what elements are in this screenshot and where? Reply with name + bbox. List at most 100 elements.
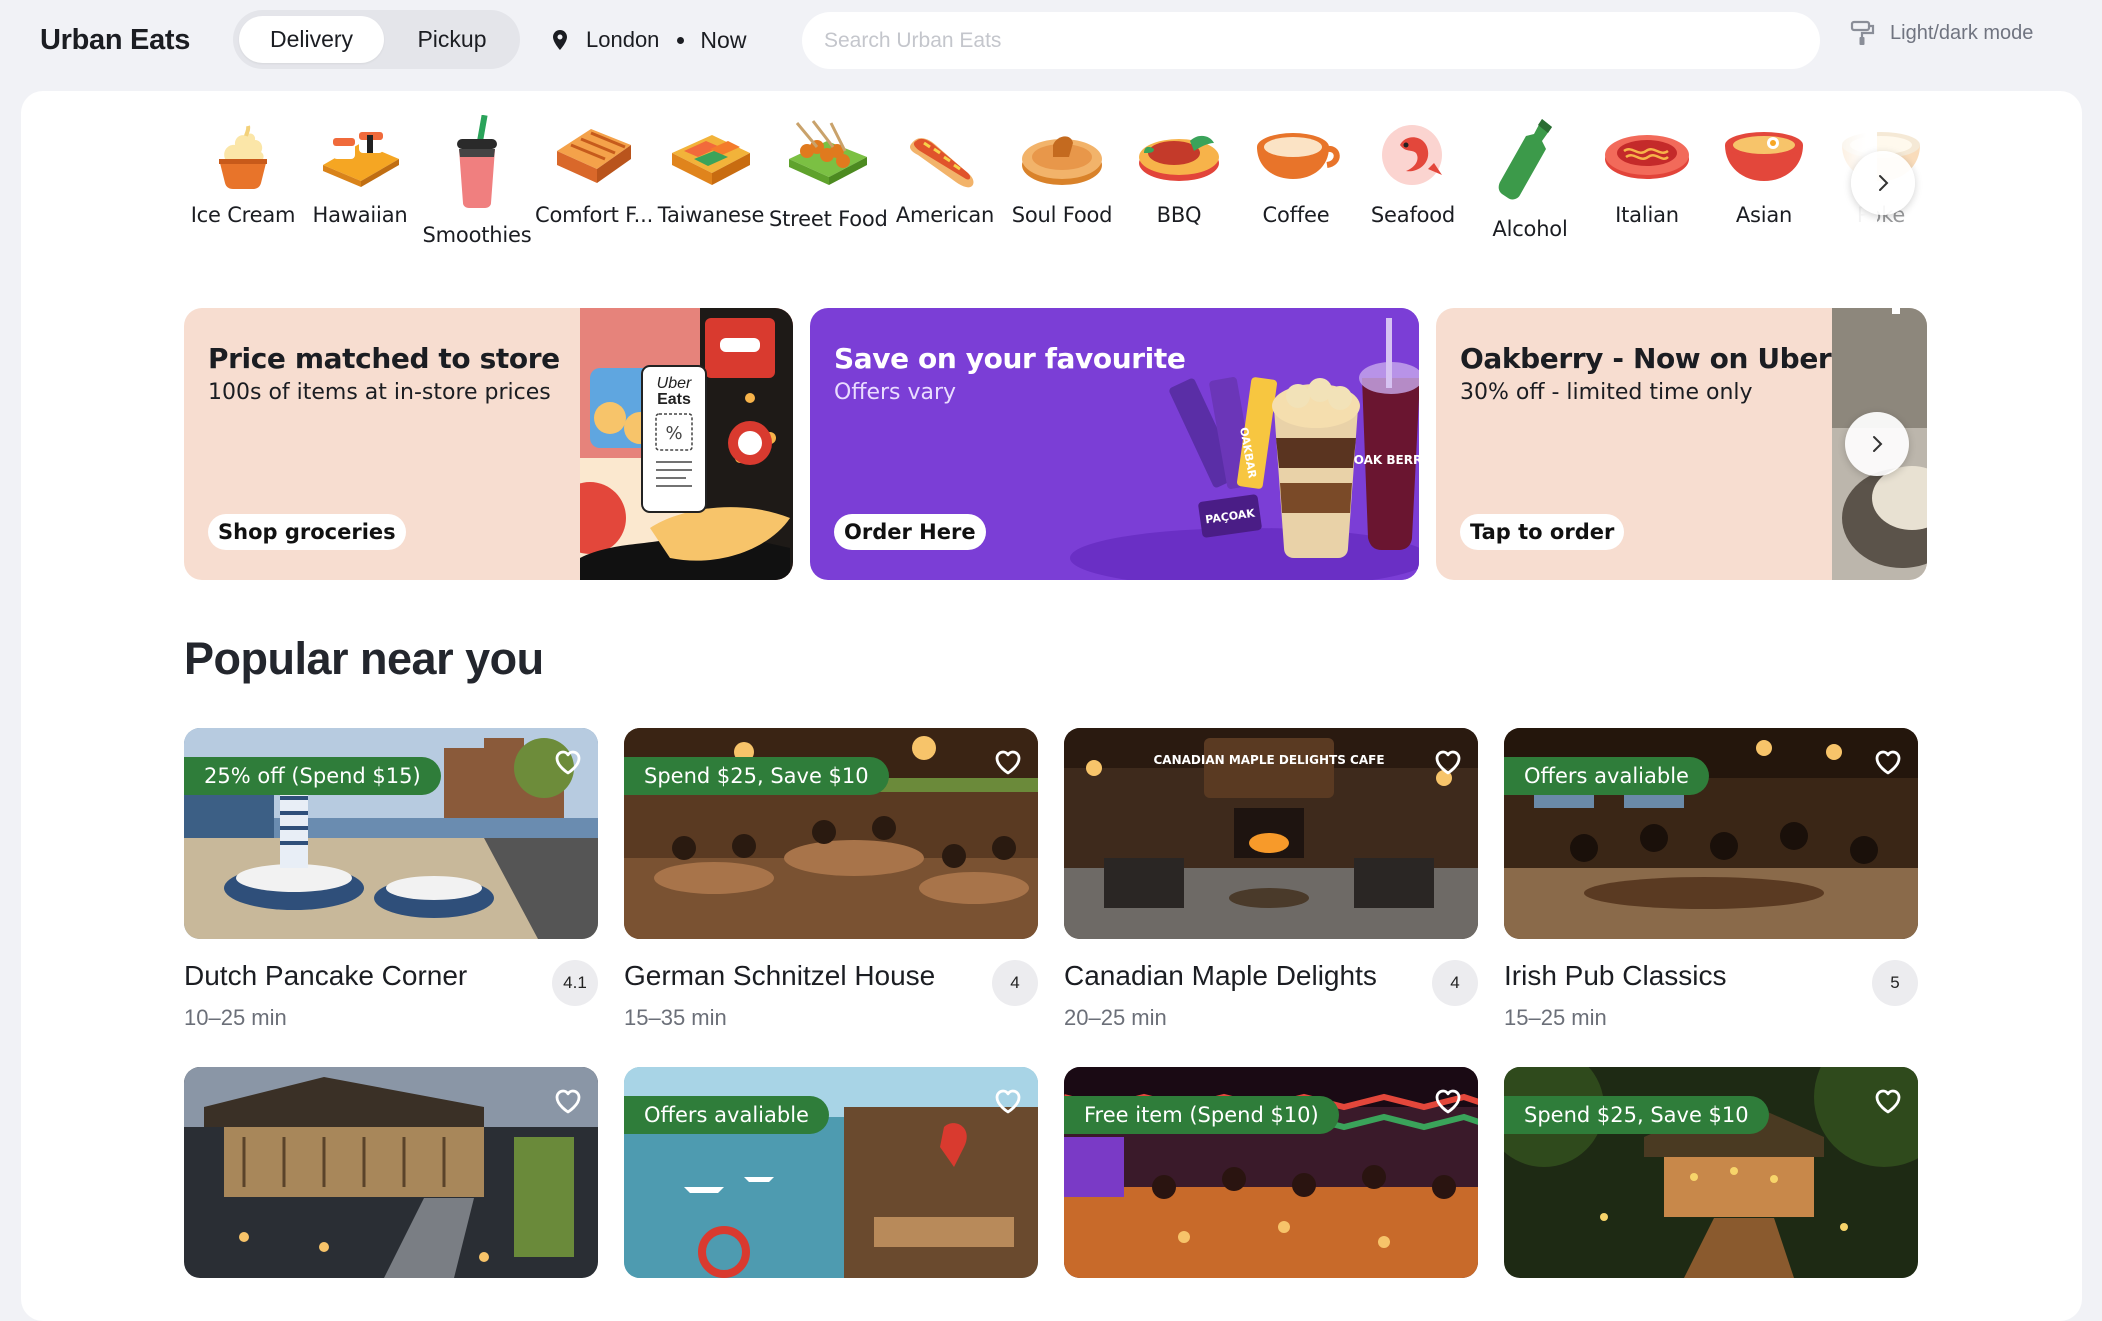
promo-subtitle: 30% off - limited time only [1460,380,1753,405]
category-soul-food[interactable]: Soul Food [1003,91,1121,227]
category-smoothies[interactable]: Smoothies [418,91,536,247]
promo-badge-line1: Uber [657,375,692,392]
location-time-selector[interactable]: London Now [548,18,746,62]
category-bbq[interactable]: BBQ [1120,91,1238,227]
restaurant-image[interactable]: Offers avaliable [624,1067,1038,1278]
oakberry-cup-label: OAK BERRY [1354,453,1419,467]
restaurant-card[interactable]: Spend $25, Save $10 [1504,1067,1918,1278]
restaurant-name[interactable]: German Schnitzel House [624,960,935,992]
category-label: Street Food [769,207,888,231]
restaurant-image[interactable]: Spend $25, Save $10 [624,728,1038,939]
promo-cta-button[interactable]: Tap to order [1460,514,1625,550]
restaurant-name[interactable]: Dutch Pancake Corner [184,960,467,992]
main-content-panel: Ice Cream Hawaiian Smoothies Comfort F..… [21,91,2082,1321]
promo-card-groceries[interactable]: Uber Eats % Price matched to store 100s … [184,308,793,580]
shrimp-icon [1382,125,1442,185]
category-taiwanese[interactable]: Taiwanese [652,91,770,227]
heart-icon[interactable] [992,1085,1024,1117]
promo-card-oakberry-offer[interactable]: OAKBAR OAK BERRY PAÇOAK Save on your fav… [810,308,1419,580]
promo-title: Oakberry - Now on Uber [1460,342,1832,375]
category-seafood[interactable]: Seafood [1354,91,1472,227]
promo-badge-line2: Eats [657,391,691,408]
restaurant-image[interactable]: Spend $25, Save $10 [1504,1067,1918,1278]
category-ice-cream[interactable]: Ice Cream [184,91,302,227]
category-comfort-food[interactable]: Comfort F... [535,91,653,227]
restaurant-image[interactable]: Free item (Spend $10) [1064,1067,1478,1278]
offer-badge: Free item (Spend $10) [1064,1096,1339,1134]
offer-badge: Spend $25, Save $10 [1504,1096,1769,1134]
section-title: Popular near you [184,633,544,684]
delivery-time-label: Now [700,26,747,53]
heart-icon[interactable] [552,746,584,778]
category-label: Soul Food [1011,203,1113,227]
category-label: Asian [1735,203,1793,227]
delivery-mode-toggle: Delivery Pickup [233,10,520,69]
search-input[interactable] [802,12,1820,69]
heart-icon[interactable] [1432,746,1464,778]
category-american[interactable]: American [886,91,1004,227]
category-label: Taiwanese [657,203,765,227]
bbq-icon [1139,135,1219,181]
category-italian[interactable]: Italian [1588,91,1706,227]
restaurant-card[interactable]: CANADIAN MAPLE DELIGHTS CAFE Canadian Ma… [1064,728,1478,1030]
category-label: Seafood [1370,203,1456,227]
delivery-time: 15–25 min [1504,1005,1607,1030]
sushi-icon [323,132,399,187]
category-street-food[interactable]: Street Food [769,91,888,231]
heart-icon[interactable] [1432,1085,1464,1117]
restaurant-image[interactable]: Offers avaliable [1504,728,1918,939]
heart-icon[interactable] [1872,1085,1904,1117]
restaurant-image[interactable]: 25% off (Spend $15) [184,728,598,939]
restaurant-card[interactable]: 25% off (Spend $15) Dutch Pancake Corner… [184,728,598,1030]
heart-icon[interactable] [1872,746,1904,778]
svg-text:%: % [665,423,682,444]
pickup-tab[interactable]: Pickup [390,16,514,63]
category-asian[interactable]: Asian [1705,91,1823,227]
category-label: Coffee [1262,203,1330,227]
comfort-food-icon [557,129,631,183]
rating-badge: 4 [992,960,1038,1006]
noodle-bowl-icon [1725,132,1803,181]
category-coffee[interactable]: Coffee [1237,91,1355,227]
pasta-icon [1605,135,1689,179]
delivery-time: 15–35 min [624,1005,727,1030]
grocery-illustration: Uber Eats % [580,308,793,580]
restaurant-name[interactable]: Irish Pub Classics [1504,960,1727,992]
restaurant-card[interactable]: Free item (Spend $10) [1064,1067,1478,1278]
chevron-right-icon [1873,436,1883,452]
coffee-icon [1257,133,1340,179]
category-label: Comfort F... [535,203,654,227]
restaurant-image[interactable]: CANADIAN MAPLE DELIGHTS CAFE [1064,728,1478,939]
restaurant-card[interactable]: Offers avaliable [624,1067,1038,1278]
restaurant-card[interactable]: Offers avaliable Irish Pub Classics 15–2… [1504,728,1918,1030]
rating-badge: 5 [1872,960,1918,1006]
bottle-icon [1498,119,1552,200]
promo-cta-button[interactable]: Order Here [834,514,986,550]
delivery-time: 20–25 min [1064,1005,1167,1030]
promo-cta-button[interactable]: Shop groceries [208,514,406,550]
delivery-tab[interactable]: Delivery [239,16,384,63]
category-label: Italian [1615,203,1679,227]
delivery-time: 10–25 min [184,1005,287,1030]
heart-icon[interactable] [552,1085,584,1117]
theme-toggle-button[interactable]: Light/dark mode [1850,16,2033,50]
brand-logo[interactable]: Urban Eats [40,18,190,62]
category-hawaiian[interactable]: Hawaiian [301,91,419,227]
heart-icon[interactable] [992,746,1024,778]
promo-title: Save on your favourite [834,342,1186,375]
promo-next-button[interactable] [1845,412,1909,476]
chevron-right-icon [1879,175,1889,191]
ice-cream-icon [219,125,267,189]
restaurant-card[interactable] [184,1067,598,1278]
theme-toggle-label: Light/dark mode [1890,21,2034,44]
category-alcohol[interactable]: Alcohol [1471,91,1589,241]
skewers-icon [789,120,867,185]
promo-title: Price matched to store [208,342,560,375]
category-next-button[interactable] [1851,151,1915,215]
category-label: American [895,203,995,227]
paint-roller-icon [1850,20,1875,45]
separator-dot [677,36,685,44]
restaurant-name[interactable]: Canadian Maple Delights [1064,960,1377,992]
restaurant-image[interactable] [184,1067,598,1278]
restaurant-card[interactable]: Spend $25, Save $10 German Schnitzel Hou… [624,728,1038,1030]
